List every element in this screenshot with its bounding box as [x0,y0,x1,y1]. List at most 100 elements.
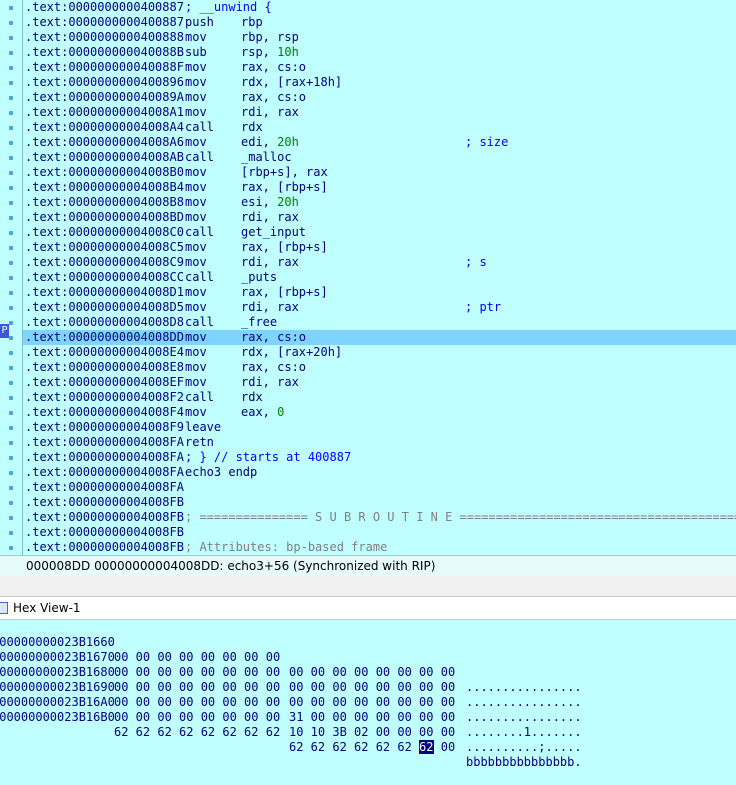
breakpoint-dot[interactable] [9,396,13,400]
disasm-line[interactable]: .text:00000000004008E4 mov rdx, [rax+20h] [23,345,736,360]
breakpoint-dot[interactable] [9,531,13,535]
breakpoint-dot[interactable] [9,156,13,160]
disasm-line[interactable]: .text:00000000004008A1 mov rdi, rax [23,105,736,120]
breakpoint-dot[interactable] [9,471,13,475]
breakpoint-dot[interactable] [9,96,13,100]
line-operands[interactable]: rdi, rax [241,375,299,390]
disasm-line[interactable]: .text:00000000004008F9 leave [23,420,736,435]
breakpoint-dot[interactable] [9,336,13,340]
disasm-line[interactable]: .text:00000000004008FA [23,480,736,495]
hex-view[interactable]: 000000000023B1660 00 00 00 00 00 00 00 0… [0,620,736,769]
line-operands[interactable]: rbp, rsp [241,30,299,45]
disasm-line[interactable]: .text:0000000000400888 mov rbp, rsp [23,30,736,45]
breakpoint-dot[interactable] [9,6,13,10]
breakpoint-dot[interactable] [9,81,13,85]
hex-ascii[interactable]: ................ [466,710,582,725]
disasm-line[interactable]: .text:00000000004008B0 mov [rbp+s], rax [23,165,736,180]
hex-bytes-post[interactable]: 00 [434,740,455,754]
disasm-line[interactable]: .text:00000000004008FB; =============== … [23,510,736,525]
hex-bytes-low[interactable]: 00 00 00 00 00 00 00 00 [114,710,280,725]
disasm-line[interactable]: .text:00000000004008EF mov rdi, rax [23,375,736,390]
line-operands[interactable]: edi, 20h [241,135,299,150]
hex-bytes-low[interactable]: 62 62 62 62 62 62 62 62 [114,725,280,740]
disasm-line[interactable]: .text:000000000040088F mov rax, cs:o [23,60,736,75]
hex-bytes-high[interactable]: 31 00 00 00 00 00 00 00 [289,710,455,725]
disasm-line[interactable]: .text:00000000004008D8 call _free [23,315,736,330]
disasm-line[interactable]: .text:00000000004008FA; } // starts at 4… [23,450,736,465]
disasm-line[interactable]: .text:00000000004008E8 mov rax, cs:o [23,360,736,375]
breakpoint-dot[interactable] [9,66,13,70]
disasm-line[interactable]: .text:00000000004008F4 mov eax, 0 [23,405,736,420]
line-operands[interactable]: rdx [241,390,263,405]
disasm-line[interactable]: .text:00000000004008FB [23,495,736,510]
breakpoint-dot[interactable] [9,141,13,145]
disasm-line[interactable]: .text:00000000004008B4 mov rax, [rbp+s] [23,180,736,195]
breakpoint-dot[interactable] [9,351,13,355]
disasm-line[interactable]: .text:000000000040088B sub rsp, 10h [23,45,736,60]
breakpoint-dot[interactable] [9,516,13,520]
breakpoint-dot[interactable] [9,501,13,505]
line-operands[interactable]: rdx, [rax+18h] [241,75,342,90]
hex-row[interactable]: 000000000023B1690 00 00 00 00 00 00 00 0… [0,665,736,739]
line-operands[interactable]: rdi, rax [241,300,299,315]
hex-cursor-byte[interactable]: 62 [419,740,434,754]
breakpoint-gutter[interactable] [0,0,22,555]
disasm-line[interactable]: .text:00000000004008C5 mov rax, [rbp+s] [23,240,736,255]
disasm-line[interactable]: .text:000000000040089A mov rax, cs:o [23,90,736,105]
line-operands[interactable]: rbp [241,15,263,30]
line-operands[interactable]: get_input [241,225,306,240]
disasm-line[interactable]: .text:00000000004008CC call _puts [23,270,736,285]
breakpoint-dot[interactable] [9,171,13,175]
breakpoint-dot[interactable] [9,546,13,550]
disasm-line[interactable]: .text:00000000004008C9 mov rdi, rax ; s [23,255,736,270]
line-operands[interactable]: rdi, rax [241,105,299,120]
breakpoint-dot[interactable] [9,216,13,220]
line-operands[interactable]: _malloc [241,150,292,165]
disasm-line[interactable]: .text:00000000004008FB [23,525,736,540]
line-operands[interactable]: rdi, rax [241,255,299,270]
hex-row[interactable]: 000000000023B1670 00 00 00 00 00 00 00 0… [0,635,736,709]
breakpoint-dot[interactable] [9,246,13,250]
hex-row[interactable]: 000000000023B1680 00 00 00 00 00 00 00 0… [0,650,736,724]
disasm-line[interactable]: .text:00000000004008AB call _malloc [23,150,736,165]
breakpoint-dot[interactable] [9,201,13,205]
hex-bytes-high[interactable]: 10 10 3B 02 00 00 00 00 [289,725,455,740]
breakpoint-dot[interactable] [9,291,13,295]
breakpoint-dot[interactable] [9,21,13,25]
breakpoint-dot[interactable] [9,36,13,40]
line-operands[interactable]: rax, cs:o [241,60,306,75]
breakpoint-dot[interactable] [9,126,13,130]
disasm-line[interactable]: .text:00000000004008D1 mov rax, [rbp+s] [23,285,736,300]
disasm-line[interactable]: .text:0000000000400896 mov rdx, [rax+18h] [23,75,736,90]
disasm-line[interactable]: .text:00000000004008C0 call get_input [23,225,736,240]
breakpoint-dot[interactable] [9,111,13,115]
breakpoint-dot[interactable] [9,51,13,55]
breakpoint-dot[interactable] [9,261,13,265]
breakpoint-dot[interactable] [9,411,13,415]
disasm-line-current[interactable]: .text:00000000004008DD mov rax, cs:o [23,330,736,345]
breakpoint-dot[interactable] [9,426,13,430]
line-operands[interactable]: _free [241,315,277,330]
line-operands[interactable]: rax, cs:o [241,360,306,375]
disasm-line[interactable]: .text:00000000004008B8 mov esi, 20h [23,195,736,210]
line-operands[interactable]: [rbp+s], rax [241,165,328,180]
breakpoint-dot[interactable] [9,381,13,385]
disassembly-view[interactable]: P .text:0000000000400887; __unwind {.tex… [0,0,736,555]
hex-ascii[interactable]: bbbbbbbbbbbbbbb. [466,755,582,770]
hex-row[interactable]: 000000000023B1660 00 00 00 00 00 00 00 0… [0,620,736,694]
hex-bytes-high[interactable]: 62 62 62 62 62 62 62 00 [289,740,455,755]
line-operands[interactable]: rdx [241,120,263,135]
breakpoint-dot[interactable] [9,306,13,310]
line-operands[interactable]: esi, 20h [241,195,299,210]
disasm-line[interactable]: .text:00000000004008FA echo3 endp [23,465,736,480]
disasm-line[interactable]: .text:0000000000400887 push rbp [23,15,736,30]
breakpoint-dot[interactable] [9,366,13,370]
hex-row[interactable]: 000000000023B16A0 00 00 00 00 00 00 00 0… [0,680,736,754]
hex-row[interactable]: 000000000023B16B0 62 62 62 62 62 62 62 6… [0,695,736,769]
breakpoint-dot[interactable] [9,186,13,190]
disasm-line[interactable]: .text:0000000000400887; __unwind { [23,0,736,15]
hex-ascii[interactable]: ........1....... [466,725,582,740]
disasm-line[interactable]: .text:00000000004008BD mov rdi, rax [23,210,736,225]
line-operands[interactable]: rax, [rbp+s] [241,285,328,300]
disasm-line[interactable]: .text:00000000004008F2 call rdx [23,390,736,405]
